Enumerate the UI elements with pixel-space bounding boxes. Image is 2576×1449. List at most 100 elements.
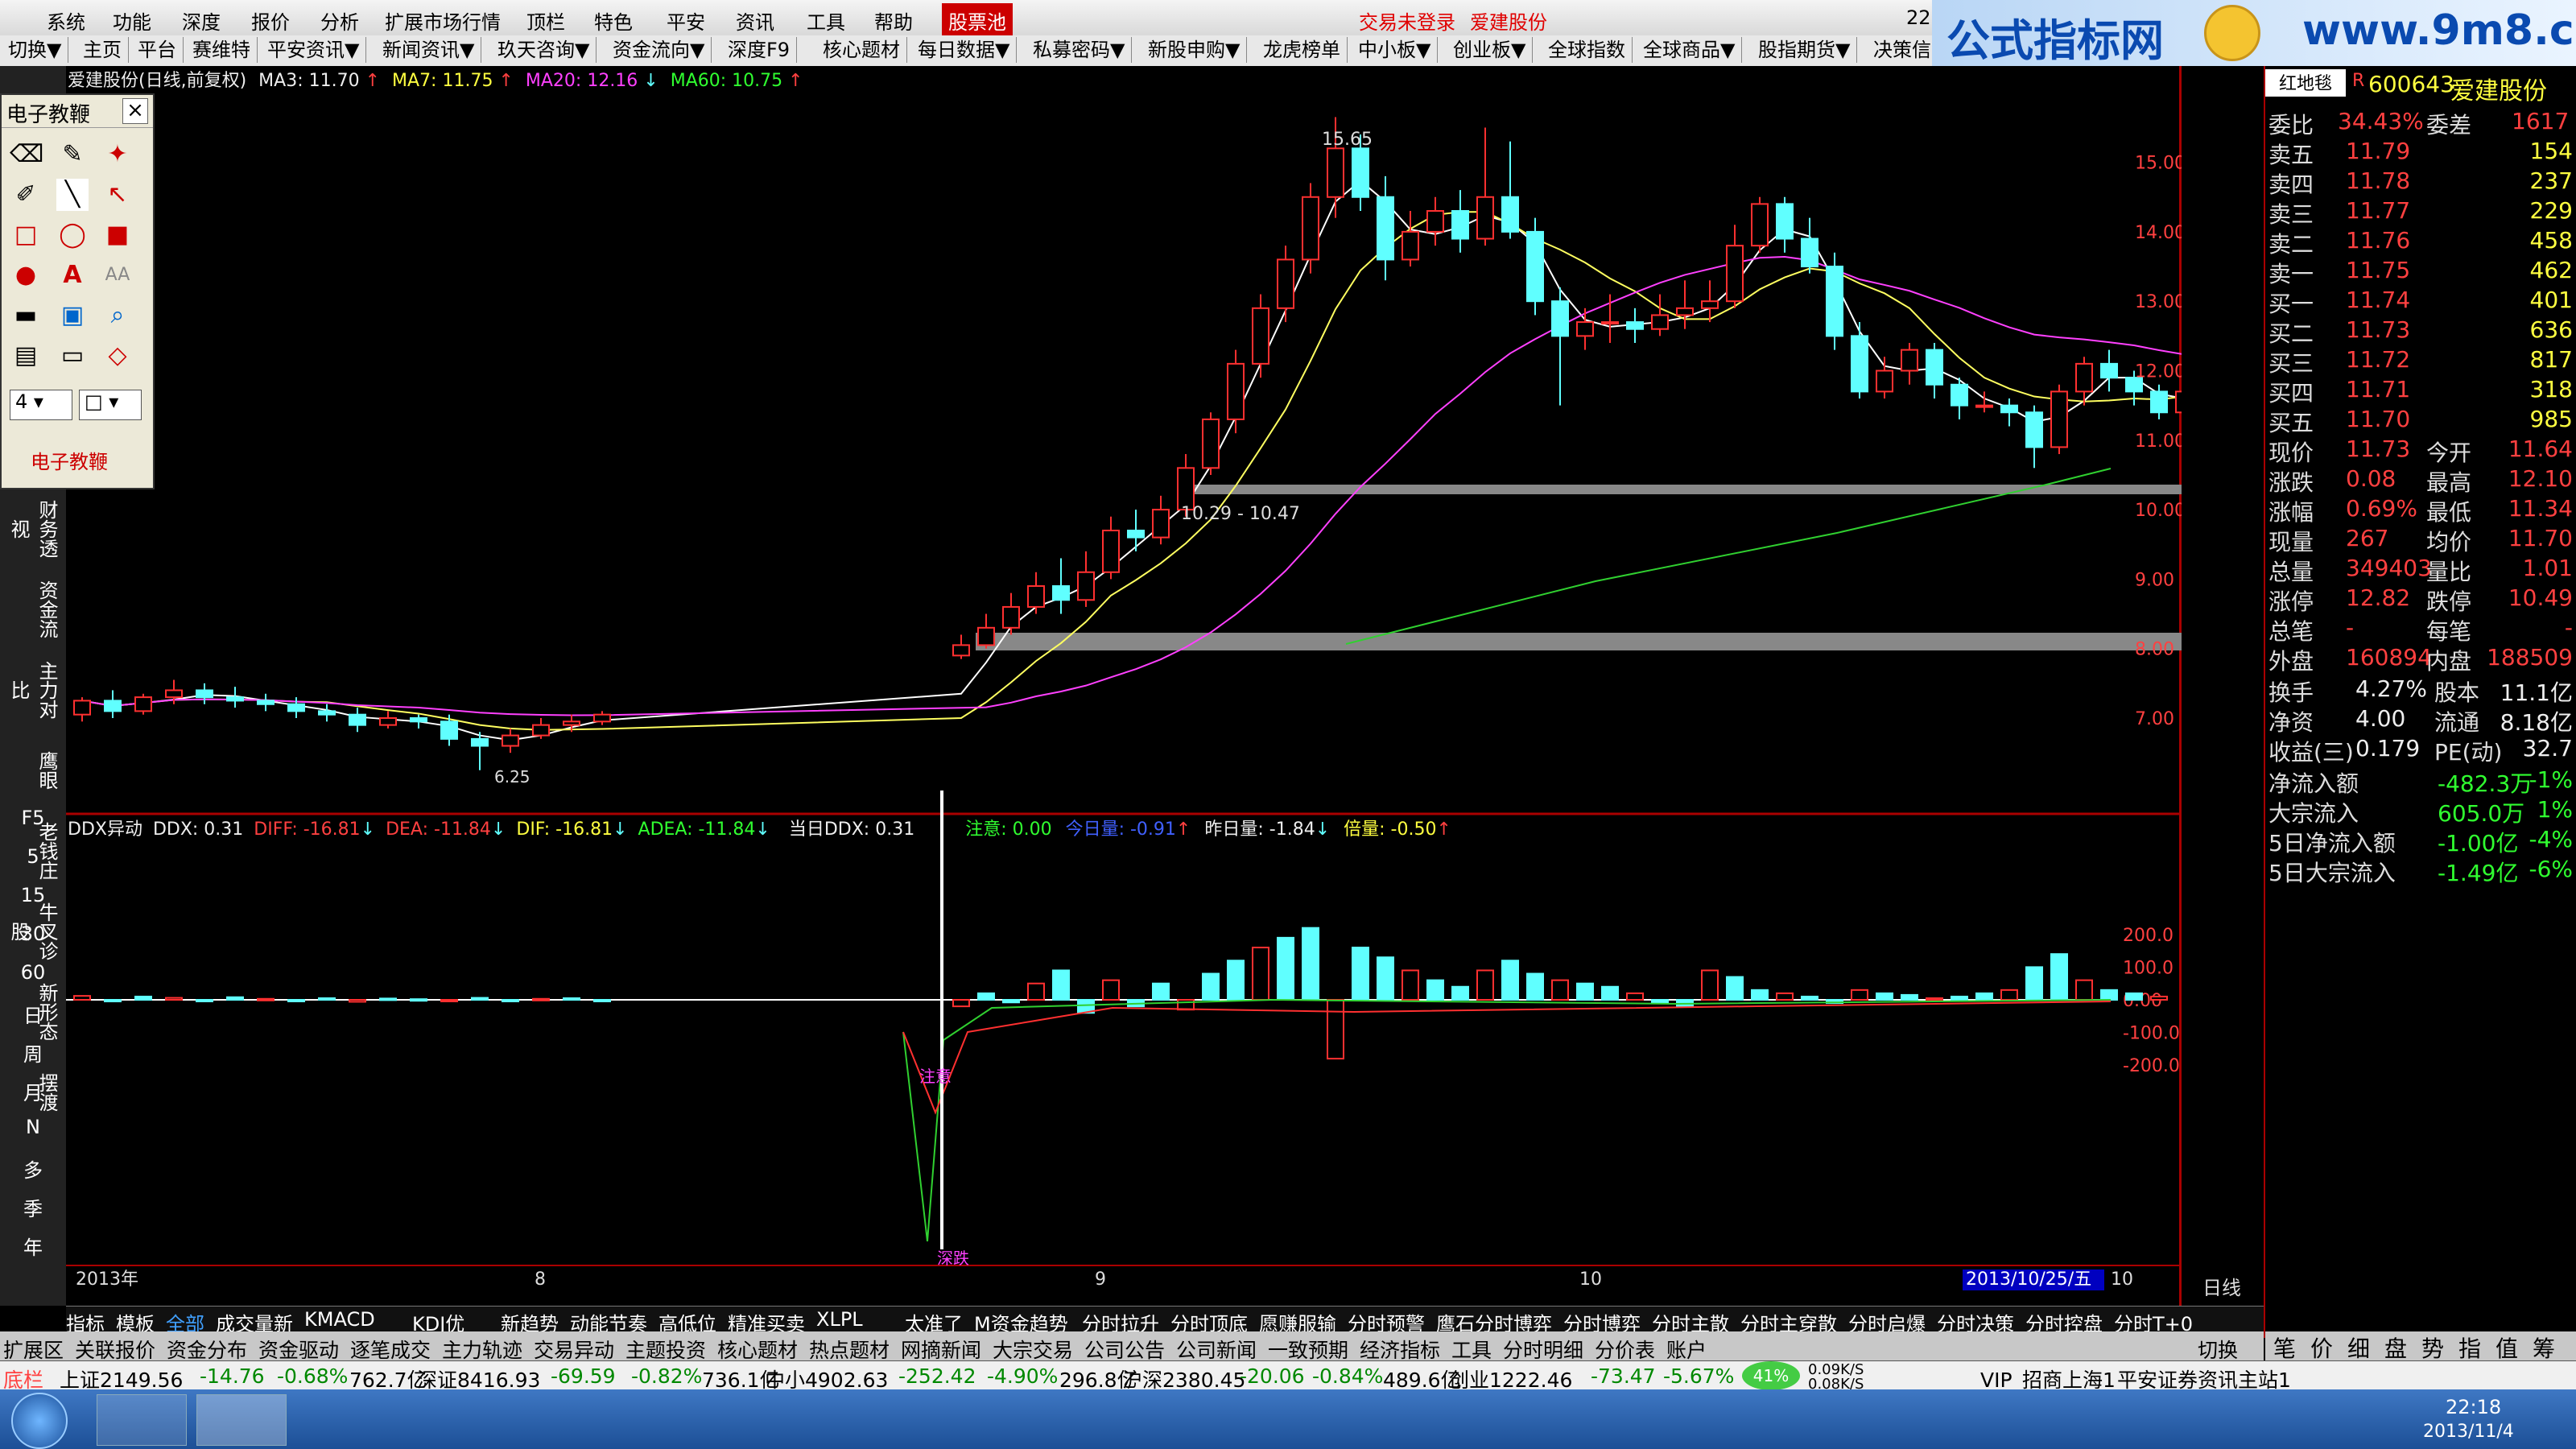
menu-ext-market[interactable]: 扩展市场行情 <box>378 3 507 38</box>
tab-10[interactable]: 每日数据▼ <box>911 37 1018 63</box>
ext-tab-3[interactable]: 资金驱动 <box>258 1335 339 1364</box>
tab-8[interactable]: 深度F9 <box>721 37 798 63</box>
tab-3[interactable]: 赛维特 <box>186 37 258 63</box>
tab-13[interactable]: 龙虎榜单 <box>1257 37 1348 63</box>
sell-price[interactable]: 11.77 <box>2346 197 2410 224</box>
indicator-tab-10[interactable]: XLPL <box>816 1308 863 1331</box>
ext-tab-18[interactable]: 分价表 <box>1595 1335 1655 1364</box>
period-button-6[interactable]: 周 <box>5 1038 61 1067</box>
menu-tools[interactable]: 工具 <box>800 3 852 38</box>
ext-tab-4[interactable]: 逐笔成交 <box>350 1335 431 1364</box>
text-tool-icon[interactable]: A <box>56 259 89 291</box>
tab-2[interactable]: 平台 <box>131 37 184 63</box>
quote-tab-4[interactable]: 势 <box>2421 1331 2444 1364</box>
rect-tool-icon[interactable]: □ <box>10 219 42 251</box>
period-button-10[interactable]: 季 <box>5 1193 61 1221</box>
menu-system[interactable]: 系统 <box>40 3 92 38</box>
indicator-tab-4[interactable]: KMACD <box>304 1308 375 1331</box>
sell-price[interactable]: 11.75 <box>2346 257 2410 283</box>
ext-tab-8[interactable]: 核心题材 <box>717 1335 798 1364</box>
buy-price[interactable]: 11.71 <box>2346 376 2410 402</box>
line-tool-icon[interactable]: ╲ <box>56 179 89 211</box>
quote-tab-1[interactable]: 价 <box>2310 1331 2333 1364</box>
tab-15[interactable]: 创业板▼ <box>1447 37 1534 63</box>
menu-analysis[interactable]: 分析 <box>314 3 365 38</box>
open-folder-icon[interactable]: ▭ <box>56 340 89 372</box>
tab-5[interactable]: 新闻资讯▼ <box>376 37 482 63</box>
buy-price[interactable]: 11.72 <box>2346 346 2410 373</box>
period-button-11[interactable]: 年 <box>5 1232 61 1260</box>
left-tab-2[interactable]: 主力对比 <box>5 654 61 726</box>
buy-price[interactable]: 11.70 <box>2346 406 2410 432</box>
ext-tab-19[interactable]: 账户 <box>1666 1335 1707 1364</box>
ext-tab-0[interactable]: 扩展区 <box>3 1335 64 1364</box>
ext-tab-6[interactable]: 交易异动 <box>534 1335 614 1364</box>
buy-price[interactable]: 11.74 <box>2346 287 2410 313</box>
color-select[interactable]: □ ▾ <box>79 390 142 420</box>
tab-4[interactable]: 平安资讯▼ <box>261 37 367 63</box>
tab-9[interactable]: 核心题材 <box>816 37 907 63</box>
zoom-icon[interactable]: ⌕ <box>101 299 134 332</box>
period-button-8[interactable]: N <box>5 1116 61 1138</box>
ext-tab-16[interactable]: 工具 <box>1451 1335 1492 1364</box>
period-button-9[interactable]: 多 <box>5 1154 61 1183</box>
period-button-4[interactable]: 60 <box>5 961 61 984</box>
ie-task-icon[interactable] <box>97 1394 187 1446</box>
period-daily-label[interactable]: 日线 <box>2202 1272 2241 1300</box>
diamond-icon[interactable]: ◇ <box>101 340 134 372</box>
save-icon[interactable]: ▤ <box>10 340 42 372</box>
color-block-icon[interactable]: ▬ <box>10 299 42 332</box>
ext-tab-13[interactable]: 公司新闻 <box>1176 1335 1257 1364</box>
ext-tab-15[interactable]: 经济指标 <box>1360 1335 1440 1364</box>
left-tab-1[interactable]: 资金流 <box>5 573 61 646</box>
tab-11[interactable]: 私募密码▼ <box>1026 37 1133 63</box>
menu-function[interactable]: 功能 <box>106 3 158 38</box>
quote-tab-3[interactable]: 盘 <box>2384 1331 2407 1364</box>
toolbox-header[interactable]: 电子教鞭 × <box>2 95 153 128</box>
ext-tab-10[interactable]: 网摘新闻 <box>901 1335 981 1364</box>
eraser-icon[interactable]: ⌫ <box>10 138 43 171</box>
period-button-0[interactable]: F5 <box>5 807 61 829</box>
tab-16[interactable]: 全球指数 <box>1542 37 1633 63</box>
ext-tab-7[interactable]: 主题投资 <box>625 1335 706 1364</box>
filled-rect-icon[interactable]: ■ <box>101 219 134 251</box>
tab-6[interactable]: 玖天咨询▼ <box>491 37 597 63</box>
app-task-icon[interactable] <box>196 1394 287 1446</box>
quote-tab-2[interactable]: 细 <box>2347 1331 2370 1364</box>
period-button-3[interactable]: 30 <box>5 923 61 945</box>
pen-icon[interactable]: ✎ <box>56 138 89 171</box>
filled-ellipse-icon[interactable]: ● <box>10 259 42 291</box>
start-button[interactable] <box>11 1393 68 1449</box>
quote-tab-5[interactable]: 指 <box>2458 1331 2481 1364</box>
ext-tab-1[interactable]: 关联报价 <box>75 1335 155 1364</box>
menu-depth[interactable]: 深度 <box>175 3 227 38</box>
ext-tab-17[interactable]: 分时明细 <box>1503 1335 1583 1364</box>
ext-tab-14[interactable]: 一致预期 <box>1268 1335 1348 1364</box>
quote-tab-7[interactable]: 筹 <box>2533 1331 2555 1364</box>
ellipse-tool-icon[interactable]: ◯ <box>56 219 89 251</box>
tab-17[interactable]: 全球商品▼ <box>1637 37 1743 63</box>
menu-pingan[interactable]: 平安 <box>660 3 712 38</box>
buy-price[interactable]: 11.73 <box>2346 316 2410 343</box>
sell-price[interactable]: 11.78 <box>2346 167 2410 194</box>
marker-icon[interactable]: ✦ <box>101 138 134 171</box>
period-button-1[interactable]: 5 <box>5 845 61 868</box>
period-button-2[interactable]: 15 <box>5 884 61 906</box>
quote-tab-6[interactable]: 值 <box>2496 1331 2518 1364</box>
tab-7[interactable]: 资金流向▼ <box>606 37 712 63</box>
quote-tab-0[interactable]: 笔 <box>2273 1331 2296 1364</box>
trade-login-status[interactable]: 交易未登录 <box>1352 3 1462 38</box>
tab-14[interactable]: 中小板▼ <box>1352 37 1439 63</box>
tab-12[interactable]: 新股申购▼ <box>1141 37 1248 63</box>
brush-icon[interactable]: ✐ <box>10 179 42 211</box>
menu-help[interactable]: 帮助 <box>868 3 919 38</box>
left-tab-0[interactable]: 财务透视 <box>5 493 61 565</box>
menu-news[interactable]: 资讯 <box>729 3 781 38</box>
kline-chart[interactable]: 200.0100.00.00-100.0-200.0 15.0014.0013.… <box>66 66 2182 1306</box>
switch-tab[interactable]: 切换 <box>2198 1335 2238 1364</box>
tab-18[interactable]: 股指期货▼ <box>1752 37 1858 63</box>
tab-0[interactable]: 切换▼ <box>2 37 69 63</box>
period-button-7[interactable]: 月 <box>5 1077 61 1105</box>
text-style-icon[interactable]: AA <box>101 259 134 291</box>
screenshot-icon[interactable]: ▣ <box>56 299 89 332</box>
